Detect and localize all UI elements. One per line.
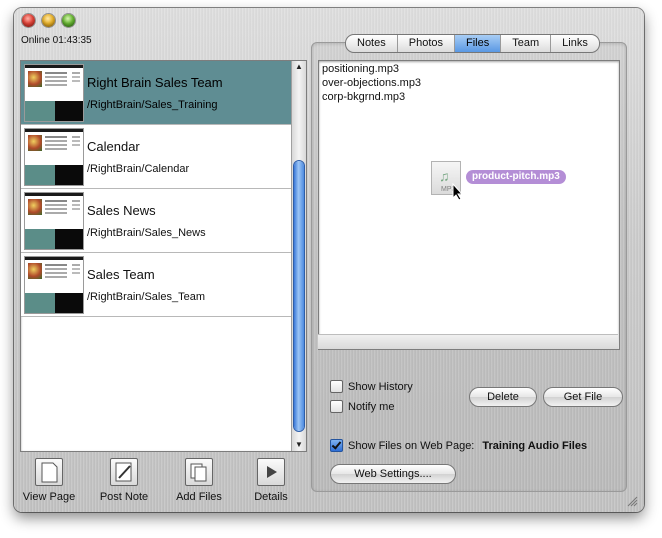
show-history-label: Show History bbox=[348, 380, 413, 393]
file-item[interactable]: positioning.mp3 bbox=[322, 63, 399, 75]
page-thumbnail bbox=[24, 192, 84, 250]
notify-me-box[interactable] bbox=[330, 400, 343, 413]
scroll-up-arrow-icon[interactable]: ▲ bbox=[292, 61, 306, 73]
app-window: Online 01:43:35 Right Brain Sales Team /… bbox=[14, 8, 644, 512]
files-list[interactable]: positioning.mp3 over-objections.mp3 corp… bbox=[318, 60, 620, 350]
online-status: Online 01:43:35 bbox=[21, 35, 92, 46]
tab-links[interactable]: Links bbox=[551, 35, 599, 52]
list-scrollbar[interactable]: ▲ ▼ bbox=[291, 61, 306, 451]
files-stack-icon bbox=[185, 458, 213, 486]
list-item[interactable]: Sales Team /RightBrain/Sales_Team bbox=[21, 253, 291, 317]
scroll-thumb[interactable] bbox=[294, 161, 304, 431]
web-settings-button[interactable]: Web Settings.... bbox=[330, 464, 456, 484]
zoom-window-button[interactable] bbox=[62, 14, 75, 27]
get-file-button[interactable]: Get File bbox=[543, 387, 623, 407]
file-item[interactable]: over-objections.mp3 bbox=[322, 77, 421, 89]
tab-bar: Notes Photos Files Team Links bbox=[345, 34, 600, 53]
tab-team[interactable]: Team bbox=[501, 35, 552, 52]
details-button[interactable]: Details bbox=[236, 458, 306, 503]
show-history-box[interactable] bbox=[330, 380, 343, 393]
item-title: Calendar bbox=[87, 139, 140, 154]
show-files-checkbox[interactable]: Show Files on Web Page: Training Audio F… bbox=[330, 439, 587, 452]
tab-files[interactable]: Files bbox=[455, 35, 502, 52]
item-path: /RightBrain/Sales_News bbox=[87, 227, 206, 239]
notify-me-checkbox[interactable]: Notify me bbox=[330, 400, 394, 413]
show-files-value: Training Audio Files bbox=[482, 439, 588, 452]
item-path: /RightBrain/Sales_Team bbox=[87, 291, 206, 303]
list-item[interactable]: Sales News /RightBrain/Sales_News bbox=[21, 189, 291, 253]
page-icon bbox=[35, 458, 63, 486]
item-path: /RightBrain/Sales_Training bbox=[87, 99, 218, 111]
play-arrow-icon bbox=[257, 458, 285, 486]
item-title: Sales News bbox=[87, 203, 156, 218]
mouse-pointer-icon bbox=[452, 183, 464, 201]
post-note-button[interactable]: Post Note bbox=[89, 458, 159, 503]
list-item[interactable]: Calendar /RightBrain/Calendar bbox=[21, 125, 291, 189]
close-window-button[interactable] bbox=[22, 14, 35, 27]
delete-button[interactable]: Delete bbox=[469, 387, 537, 407]
add-files-button[interactable]: Add Files bbox=[164, 458, 234, 503]
resize-grip-icon[interactable] bbox=[626, 495, 638, 507]
view-page-label: View Page bbox=[22, 491, 76, 503]
item-title: Right Brain Sales Team bbox=[87, 75, 223, 90]
post-note-label: Post Note bbox=[99, 491, 149, 503]
minimize-window-button[interactable] bbox=[42, 14, 55, 27]
details-label: Details bbox=[254, 491, 288, 503]
tab-notes[interactable]: Notes bbox=[346, 35, 398, 52]
list-item[interactable]: Right Brain Sales Team /RightBrain/Sales… bbox=[21, 61, 291, 125]
site-list: Right Brain Sales Team /RightBrain/Sales… bbox=[20, 60, 307, 452]
show-files-label: Show Files on Web Page: bbox=[348, 439, 475, 452]
scroll-down-arrow-icon[interactable]: ▼ bbox=[292, 439, 306, 451]
page-thumbnail bbox=[24, 256, 84, 314]
files-panel-footer bbox=[318, 334, 618, 349]
file-item[interactable]: corp-bkgrnd.mp3 bbox=[322, 91, 405, 103]
page-thumbnail bbox=[24, 64, 84, 122]
notify-me-label: Notify me bbox=[348, 400, 395, 413]
show-files-box[interactable] bbox=[330, 439, 343, 452]
page-thumbnail bbox=[24, 128, 84, 186]
item-title: Sales Team bbox=[87, 267, 155, 282]
view-page-button[interactable]: View Page bbox=[14, 458, 84, 503]
note-pencil-icon bbox=[110, 458, 138, 486]
tab-photos[interactable]: Photos bbox=[398, 35, 455, 52]
dragging-file-label: product-pitch.mp3 bbox=[466, 170, 566, 184]
item-path: /RightBrain/Calendar bbox=[87, 163, 190, 175]
add-files-label: Add Files bbox=[176, 491, 222, 503]
show-history-checkbox[interactable]: Show History bbox=[330, 380, 413, 393]
